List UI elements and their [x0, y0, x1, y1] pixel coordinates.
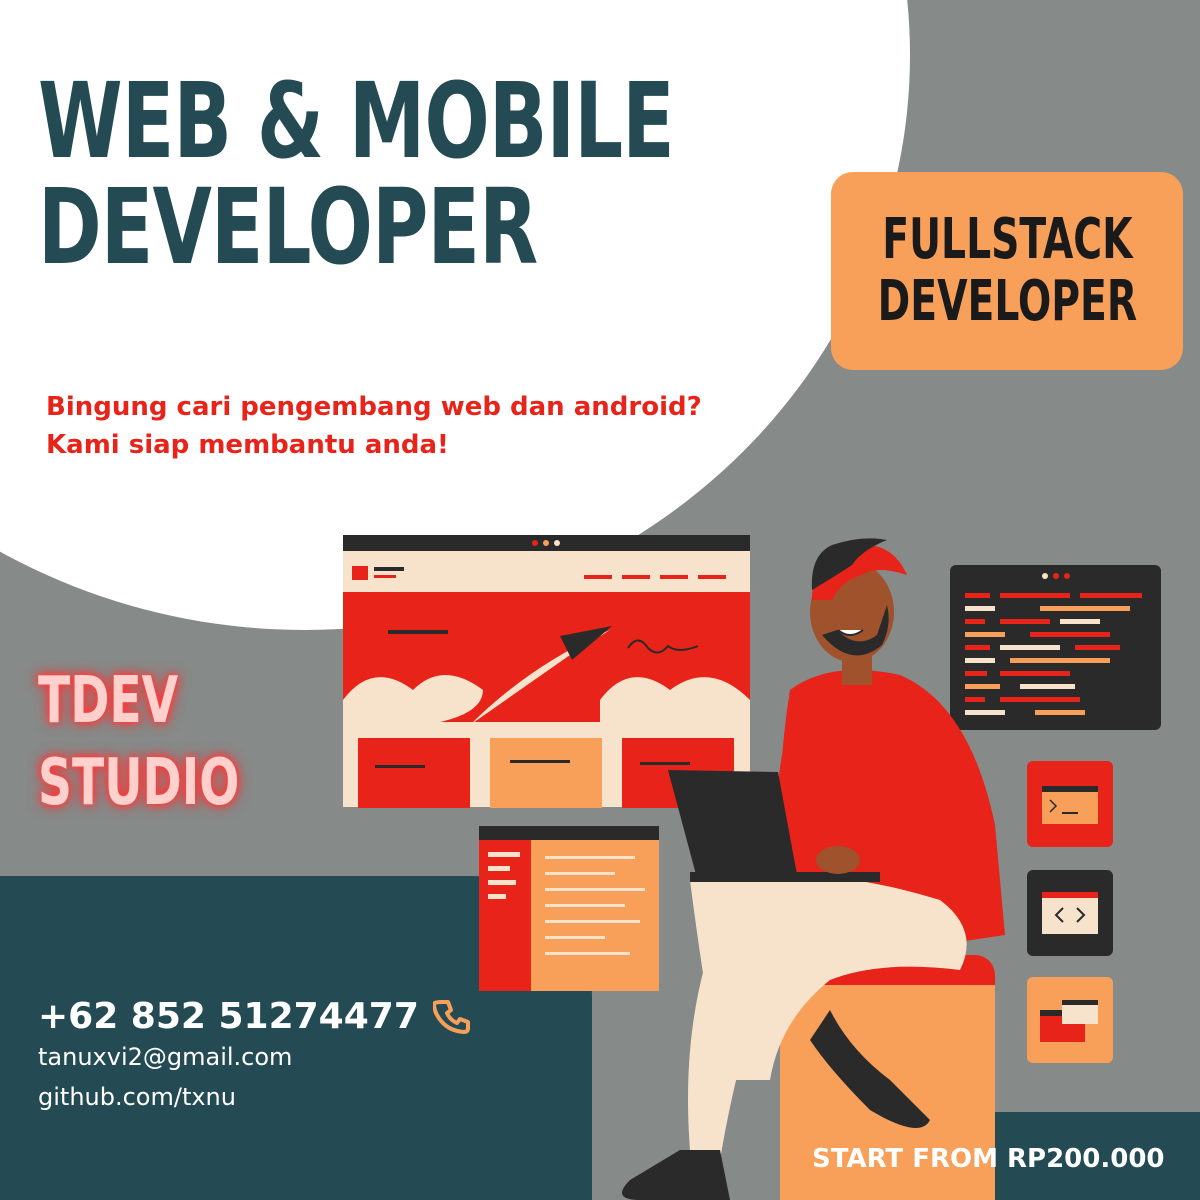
studio-line-1: TDEV: [38, 664, 179, 738]
contact-info: +62 852 51274477 tanuxvi2@gmail.com gith…: [38, 996, 473, 1117]
poster: WEB & MOBILE DEVELOPER FULLSTACK DEVELOP…: [0, 0, 1200, 1200]
phone-number[interactable]: +62 852 51274477: [38, 996, 419, 1037]
page-title: WEB & MOBILE DEVELOPER: [38, 60, 675, 288]
github-link[interactable]: github.com/txnu: [38, 1077, 473, 1117]
code-brackets-icon: [1027, 870, 1113, 956]
terminal-icon: [1027, 761, 1113, 847]
tagline-line-1: Bingung cari pengembang web dan android?: [46, 392, 702, 422]
tagline-line-2: Kami siap membantu anda!: [46, 430, 449, 460]
phone-icon: [432, 999, 470, 1034]
studio-line-2: STUDIO: [38, 746, 240, 820]
tagline: Bingung cari pengembang web dan android?…: [46, 388, 702, 464]
terminal-window-illustration: [950, 565, 1161, 730]
code-editor-illustration: [479, 826, 659, 991]
badge-line-1: FULLSTACK: [881, 207, 1133, 272]
browser-window-icon: [1027, 977, 1113, 1063]
badge-line-2: DEVELOPER: [877, 269, 1137, 334]
website-mockup-illustration: [343, 535, 750, 808]
email-address[interactable]: tanuxvi2@gmail.com: [38, 1037, 473, 1077]
price-label: START FROM RP200.000: [812, 1144, 1165, 1174]
title-line-2: DEVELOPER: [38, 166, 538, 288]
phone-row: +62 852 51274477: [38, 996, 473, 1037]
title-line-1: WEB & MOBILE: [38, 60, 675, 182]
fullstack-badge: FULLSTACK DEVELOPER: [831, 172, 1183, 370]
studio-name: TDEV STUDIO: [38, 660, 239, 824]
